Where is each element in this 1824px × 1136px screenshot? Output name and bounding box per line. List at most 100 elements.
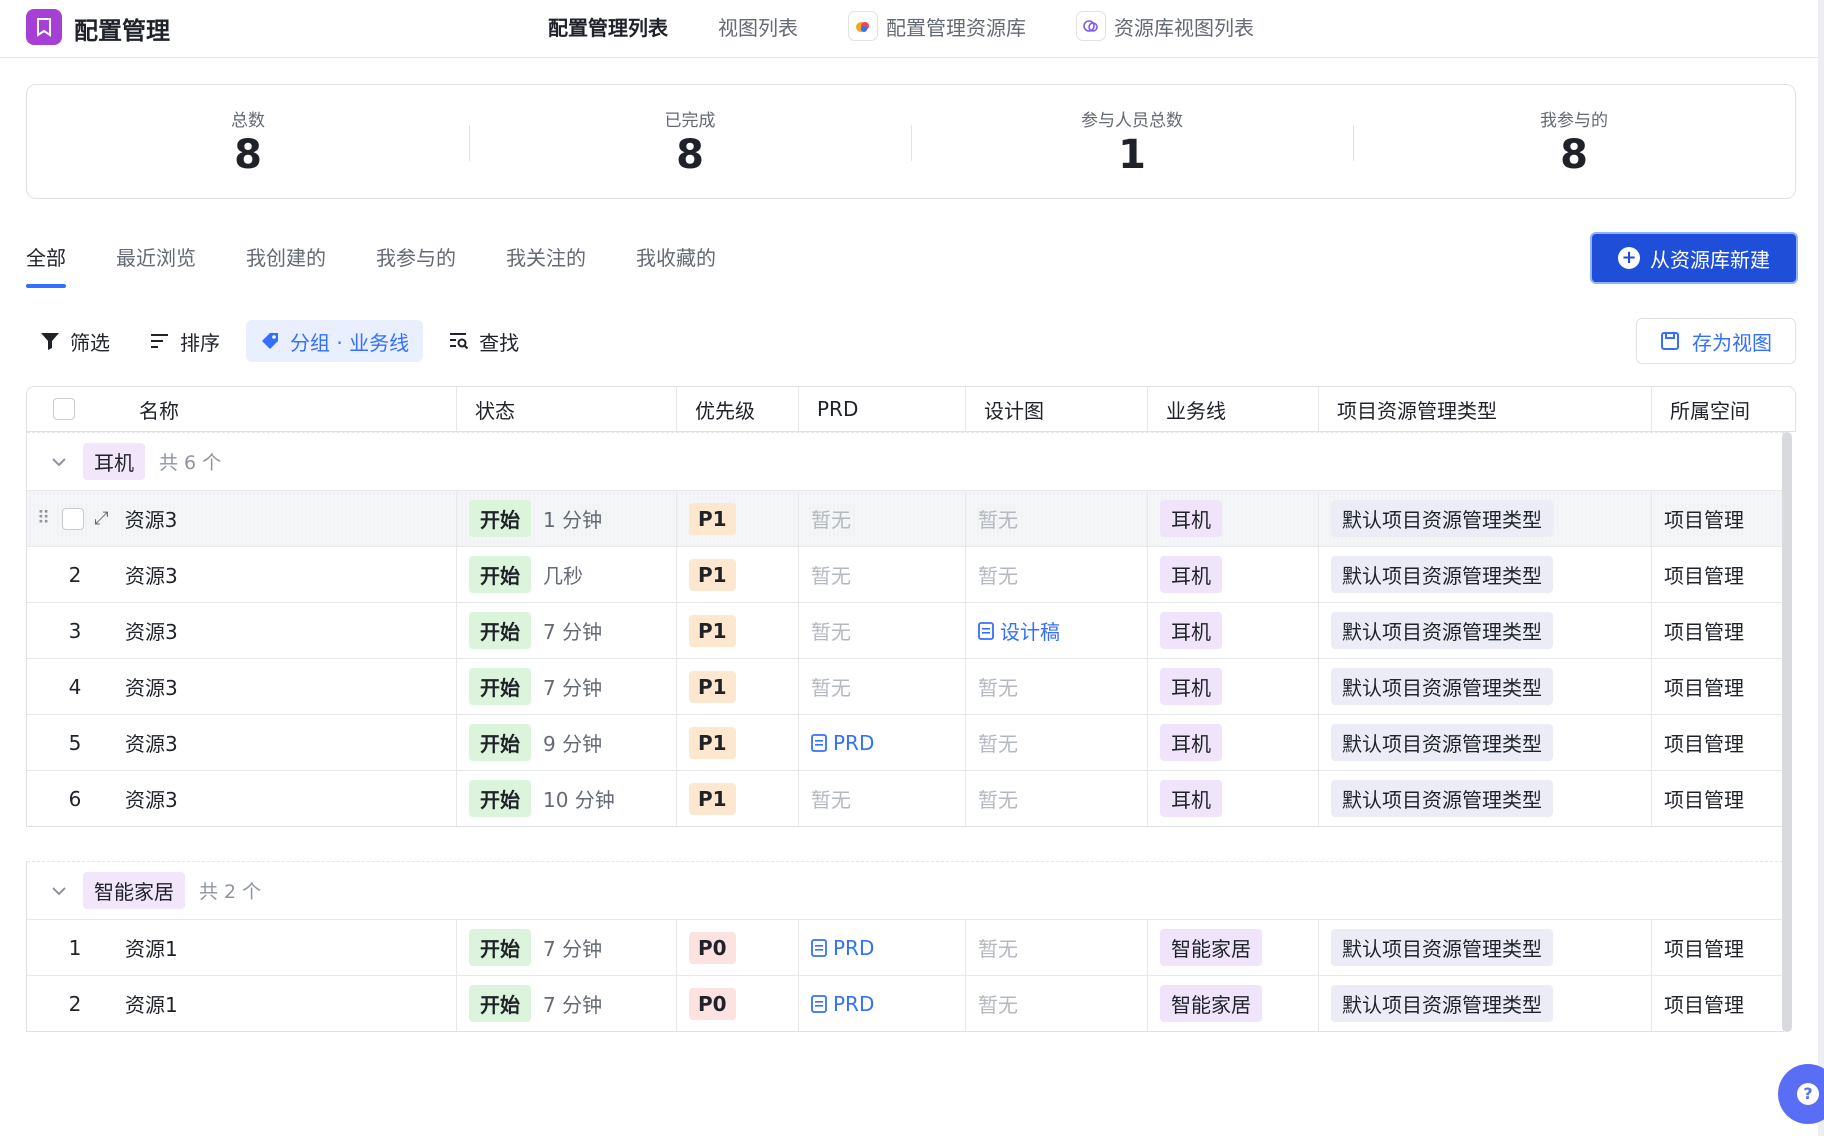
- table-scrollbar[interactable]: [1782, 432, 1792, 1032]
- cell-status[interactable]: 开始 7 分钟: [457, 603, 677, 658]
- cell-status[interactable]: 开始 1 分钟: [457, 491, 677, 546]
- prd-link[interactable]: PRD: [811, 731, 874, 755]
- cell-business-line[interactable]: 耳机: [1148, 771, 1319, 826]
- cell-priority[interactable]: P0: [677, 976, 799, 1031]
- cell-prd[interactable]: 暂无: [799, 603, 966, 658]
- row-name[interactable]: 资源3: [125, 504, 178, 533]
- cell-status[interactable]: 开始 7 分钟: [457, 976, 677, 1031]
- filter-tab-followed[interactable]: 我关注的: [506, 238, 586, 292]
- cell-prd[interactable]: 暂无: [799, 491, 966, 546]
- table-row[interactable]: ⠿ ⤢ 资源3 开始 1 分钟 P1 暂无 暂无 耳机 默认项目资源管理类型 项目管理: [27, 490, 1783, 546]
- cell-status[interactable]: 开始 10 分钟: [457, 771, 677, 826]
- cell-design[interactable]: 暂无: [966, 491, 1148, 546]
- row-name[interactable]: 资源3: [125, 672, 178, 701]
- cell-prd[interactable]: 暂无: [799, 771, 966, 826]
- prd-link[interactable]: PRD: [811, 992, 874, 1016]
- cell-design[interactable]: 暂无: [966, 771, 1148, 826]
- tab-view-list[interactable]: 视图列表: [718, 12, 798, 41]
- cell-priority[interactable]: P1: [677, 715, 799, 770]
- table-row[interactable]: 1 资源1 开始 7 分钟 P0 PRD 暂无 智能家居 默认项目资源管理类型 项目管理: [27, 919, 1783, 975]
- cell-design[interactable]: 暂无: [966, 659, 1148, 714]
- cell-priority[interactable]: P1: [677, 547, 799, 602]
- cell-resource-type[interactable]: 默认项目资源管理类型: [1319, 976, 1652, 1031]
- cell-business-line[interactable]: 耳机: [1148, 603, 1319, 658]
- drag-handle-icon[interactable]: ⠿: [37, 508, 50, 529]
- filter-button[interactable]: 筛选: [26, 320, 124, 362]
- cell-space[interactable]: 项目管理: [1652, 976, 1783, 1031]
- table-row[interactable]: 2 资源3 开始 几秒 P1 暂无 暂无 耳机 默认项目资源管理类型 项目管理: [27, 546, 1783, 602]
- cell-space[interactable]: 项目管理: [1652, 603, 1783, 658]
- cell-status[interactable]: 开始 9 分钟: [457, 715, 677, 770]
- row-checkbox[interactable]: [62, 507, 85, 530]
- cell-design[interactable]: 暂无: [966, 976, 1148, 1031]
- design-link[interactable]: 设计稿: [978, 616, 1060, 645]
- find-button[interactable]: 查找: [435, 320, 533, 362]
- table-row[interactable]: 2 资源1 开始 7 分钟 P0 PRD 暂无 智能家居 默认项目资源管理类型 项目管理: [27, 975, 1783, 1031]
- column-space[interactable]: 所属空间: [1652, 387, 1795, 431]
- cell-business-line[interactable]: 耳机: [1148, 715, 1319, 770]
- new-from-library-button[interactable]: + 从资源库新建: [1590, 232, 1798, 284]
- filter-tab-all[interactable]: 全部: [26, 238, 66, 292]
- cell-priority[interactable]: P0: [677, 920, 799, 975]
- cell-space[interactable]: 项目管理: [1652, 491, 1783, 546]
- cell-priority[interactable]: P1: [677, 771, 799, 826]
- cell-prd[interactable]: PRD: [799, 976, 966, 1031]
- cell-resource-type[interactable]: 默认项目资源管理类型: [1319, 920, 1652, 975]
- tab-config-list[interactable]: 配置管理列表: [548, 12, 668, 41]
- cell-prd[interactable]: 暂无: [799, 659, 966, 714]
- cell-design[interactable]: 设计稿: [966, 603, 1148, 658]
- tab-resource-library[interactable]: 配置管理资源库: [848, 11, 1026, 41]
- column-business-line[interactable]: 业务线: [1148, 387, 1319, 431]
- cell-resource-type[interactable]: 默认项目资源管理类型: [1319, 771, 1652, 826]
- filter-tab-created[interactable]: 我创建的: [246, 238, 326, 292]
- cell-business-line[interactable]: 耳机: [1148, 547, 1319, 602]
- cell-business-line[interactable]: 耳机: [1148, 659, 1319, 714]
- column-design[interactable]: 设计图: [966, 387, 1148, 431]
- cell-space[interactable]: 项目管理: [1652, 547, 1783, 602]
- chevron-down-icon[interactable]: [51, 452, 71, 471]
- tab-library-view-list[interactable]: 资源库视图列表: [1076, 11, 1254, 41]
- cell-status[interactable]: 开始 7 分钟: [457, 659, 677, 714]
- cell-business-line[interactable]: 智能家居: [1148, 920, 1319, 975]
- cell-status[interactable]: 开始 7 分钟: [457, 920, 677, 975]
- cell-space[interactable]: 项目管理: [1652, 920, 1783, 975]
- row-name[interactable]: 资源3: [125, 560, 178, 589]
- group-button[interactable]: 分组 · 业务线: [246, 320, 424, 362]
- cell-priority[interactable]: P1: [677, 659, 799, 714]
- help-button[interactable]: ?: [1778, 1064, 1824, 1124]
- expand-icon[interactable]: ⤢: [94, 508, 108, 529]
- table-row[interactable]: 6 资源3 开始 10 分钟 P1 暂无 暂无 耳机 默认项目资源管理类型 项目管理: [27, 770, 1783, 826]
- column-status[interactable]: 状态: [457, 387, 677, 431]
- sort-button[interactable]: 排序: [136, 320, 234, 362]
- column-prd[interactable]: PRD: [799, 387, 966, 431]
- cell-resource-type[interactable]: 默认项目资源管理类型: [1319, 715, 1652, 770]
- cell-prd[interactable]: 暂无: [799, 547, 966, 602]
- row-name[interactable]: 资源1: [125, 933, 178, 962]
- cell-priority[interactable]: P1: [677, 603, 799, 658]
- table-row[interactable]: 5 资源3 开始 9 分钟 P1 PRD 暂无 耳机 默认项目资源管理类型 项目管理: [27, 714, 1783, 770]
- cell-resource-type[interactable]: 默认项目资源管理类型: [1319, 547, 1652, 602]
- group-header[interactable]: 智能家居 共 2 个: [27, 861, 1783, 919]
- column-resource-type[interactable]: 项目资源管理类型: [1319, 387, 1652, 431]
- table-row[interactable]: 3 资源3 开始 7 分钟 P1 暂无 设计稿 耳机 默认项目资源管理类型 项目管理: [27, 602, 1783, 658]
- filter-tab-favorited[interactable]: 我收藏的: [636, 238, 716, 292]
- cell-priority[interactable]: P1: [677, 491, 799, 546]
- cell-design[interactable]: 暂无: [966, 547, 1148, 602]
- cell-design[interactable]: 暂无: [966, 715, 1148, 770]
- row-name[interactable]: 资源3: [125, 784, 178, 813]
- table-row[interactable]: 4 资源3 开始 7 分钟 P1 暂无 暂无 耳机 默认项目资源管理类型 项目管理: [27, 658, 1783, 714]
- group-header[interactable]: 耳机 共 6 个: [27, 432, 1783, 490]
- select-all-checkbox[interactable]: [53, 398, 75, 420]
- row-name[interactable]: 资源3: [125, 616, 178, 645]
- prd-link[interactable]: PRD: [811, 936, 874, 960]
- cell-resource-type[interactable]: 默认项目资源管理类型: [1319, 491, 1652, 546]
- cell-resource-type[interactable]: 默认项目资源管理类型: [1319, 603, 1652, 658]
- cell-business-line[interactable]: 耳机: [1148, 491, 1319, 546]
- cell-space[interactable]: 项目管理: [1652, 771, 1783, 826]
- cell-resource-type[interactable]: 默认项目资源管理类型: [1319, 659, 1652, 714]
- cell-space[interactable]: 项目管理: [1652, 659, 1783, 714]
- row-name[interactable]: 资源1: [125, 989, 178, 1018]
- chevron-down-icon[interactable]: [51, 881, 71, 900]
- cell-design[interactable]: 暂无: [966, 920, 1148, 975]
- cell-space[interactable]: 项目管理: [1652, 715, 1783, 770]
